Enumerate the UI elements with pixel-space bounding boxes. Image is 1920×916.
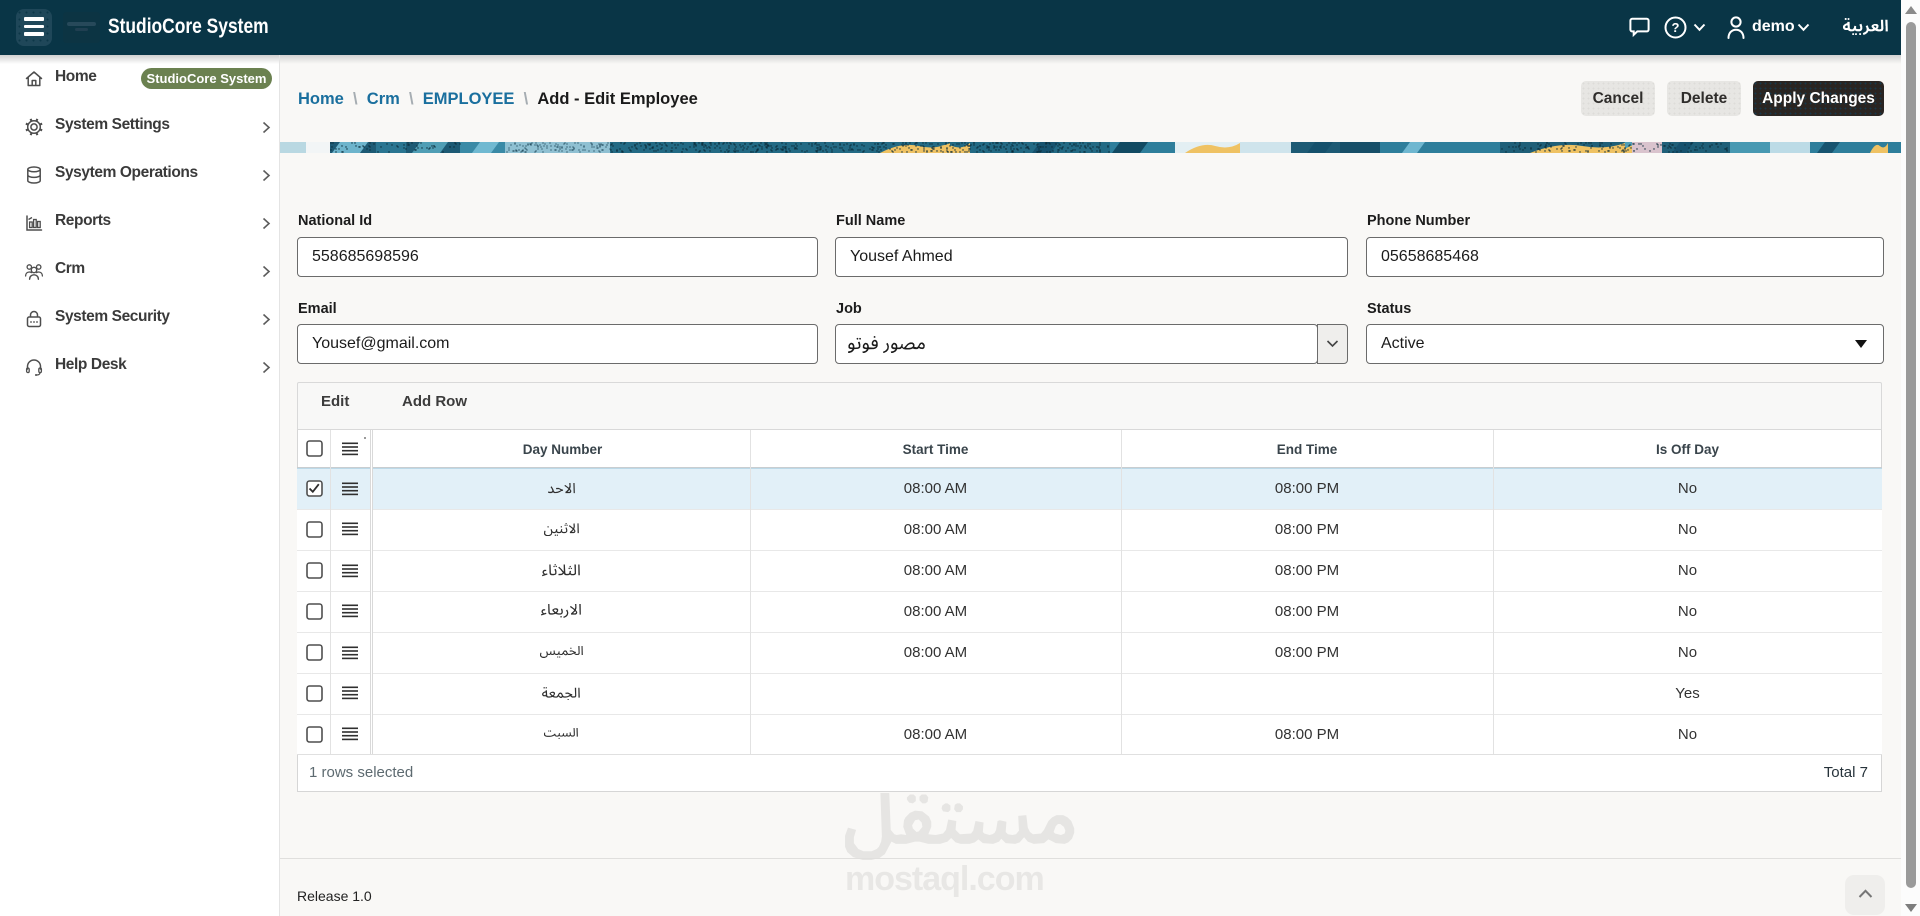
svg-text:?: ? xyxy=(1672,20,1680,35)
